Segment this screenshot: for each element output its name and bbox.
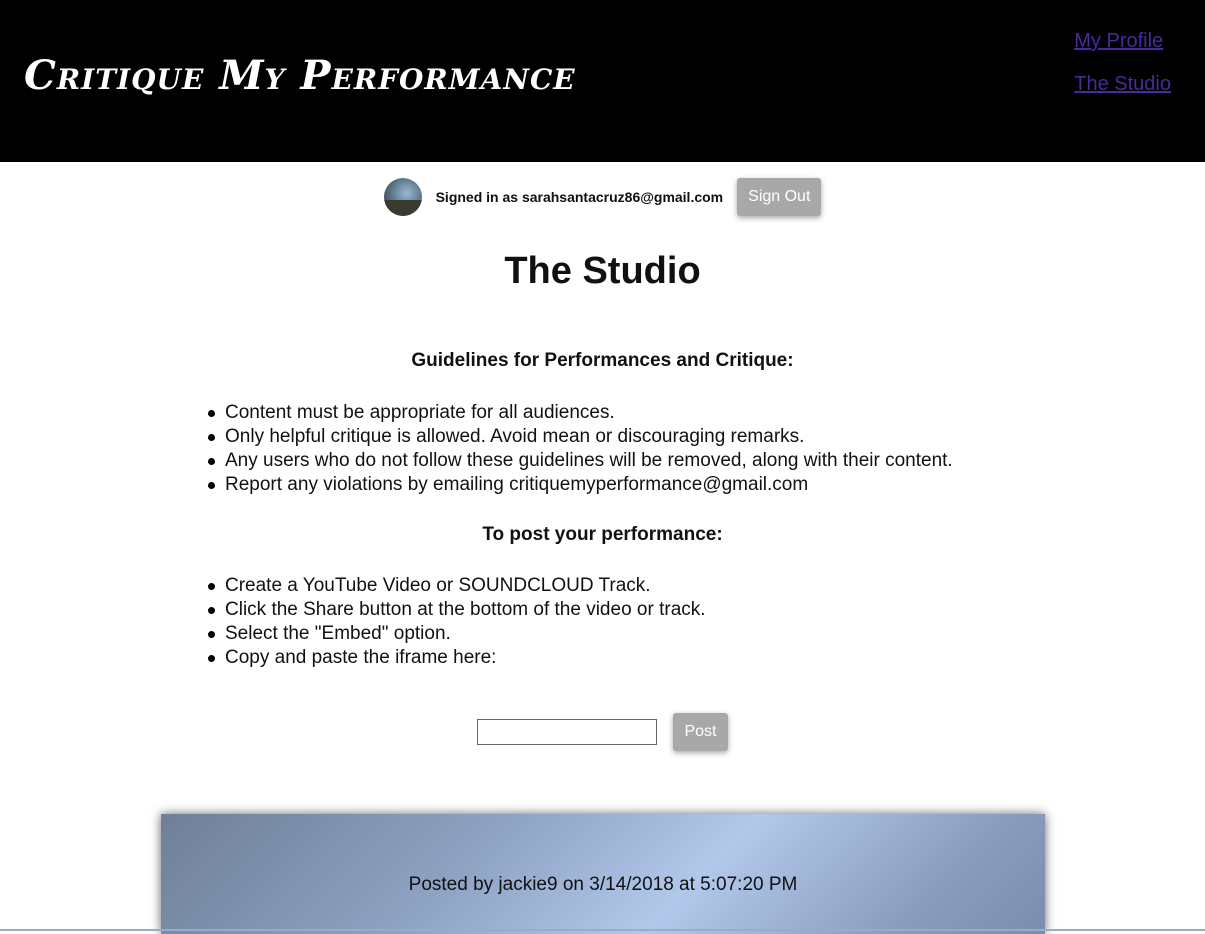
window-bottom-border (0, 929, 1205, 931)
post-form: Post (0, 713, 1205, 751)
avatar (383, 178, 422, 216)
sign-out-button[interactable]: Sign Out (737, 178, 822, 216)
list-item: Click the Share button at the bottom of … (206, 598, 706, 622)
nav-link-the-studio[interactable]: The Studio (1074, 73, 1171, 96)
guidelines-list: Content must be appropriate for all audi… (206, 401, 953, 497)
performance-card: Posted by jackie9 on 3/14/2018 at 5:07:2… (161, 814, 1045, 934)
list-item: Copy and paste the iframe here: (206, 646, 706, 670)
site-nav: My Profile The Studio (1074, 30, 1171, 116)
list-item: Content must be appropriate for all audi… (206, 401, 953, 425)
list-item: Report any violations by emailing critiq… (206, 473, 953, 497)
list-item: Any users who do not follow these guidel… (206, 449, 953, 473)
list-item: Select the "Embed" option. (206, 622, 706, 646)
list-item: Create a YouTube Video or SOUNDCLOUD Tra… (206, 574, 706, 598)
page-title: The Studio (504, 250, 701, 292)
signin-bar: Signed in as sarahsantacruz86@gmail.com … (0, 178, 1205, 216)
signed-in-text: Signed in as sarahsantacruz86@gmail.com (435, 189, 724, 205)
iframe-input[interactable] (477, 719, 658, 745)
site-header: Critique My Performance My Profile The S… (0, 0, 1205, 162)
guidelines-heading: Guidelines for Performances and Critique… (411, 350, 794, 371)
post-button[interactable]: Post (673, 713, 728, 751)
posting-steps-list: Create a YouTube Video or SOUNDCLOUD Tra… (206, 574, 706, 670)
nav-link-my-profile[interactable]: My Profile (1074, 30, 1171, 53)
posting-heading: To post your performance: (482, 524, 723, 545)
post-byline: Posted by jackie9 on 3/14/2018 at 5:07:2… (408, 874, 798, 895)
site-brand: Critique My Performance (24, 52, 576, 99)
list-item: Only helpful critique is allowed. Avoid … (206, 425, 953, 449)
